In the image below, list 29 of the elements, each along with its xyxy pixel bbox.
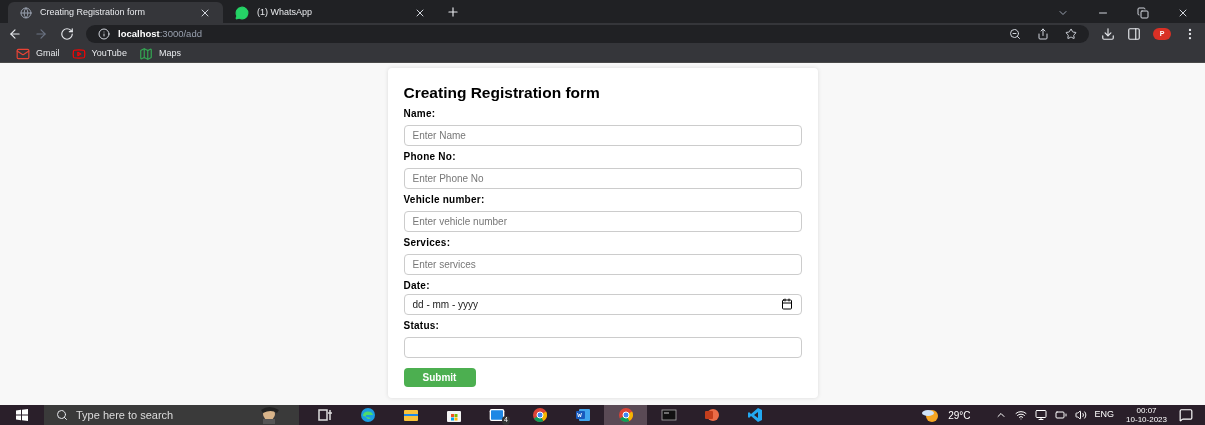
browser-tab[interactable]: Creating Registration form — [8, 2, 223, 23]
address-bar[interactable]: localhost:3000/add — [86, 25, 1089, 43]
input-field[interactable]: Enter vehicle number — [403, 210, 802, 232]
date-placeholder: dd - mm - yyyy — [412, 297, 480, 312]
clock-time: 00:07 — [1136, 406, 1157, 415]
field-label: Date: — [403, 280, 431, 291]
field-label: Phone No: — [403, 151, 457, 162]
input-field[interactable]: Enter services — [403, 253, 802, 275]
tab-title: Creating Registration form — [40, 5, 147, 19]
field-label: Name: — [403, 108, 437, 119]
bookmark[interactable]: Gmail — [16, 46, 60, 61]
url-text: localhost:3000/add — [118, 26, 202, 41]
language-indicator[interactable]: ENG — [1094, 408, 1115, 422]
tab-title: (1) WhatsApp — [257, 5, 314, 19]
input-field[interactable]: Enter Name — [403, 124, 802, 146]
field-label: Status: — [403, 320, 441, 331]
temperature[interactable]: 29°C — [948, 407, 971, 423]
clock[interactable]: 00:07 10-10-2023 — [1126, 406, 1167, 424]
bookmark[interactable]: YouTube — [71, 46, 127, 61]
date-field[interactable]: dd - mm - yyyy — [403, 293, 802, 315]
browser-tab[interactable]: (1) WhatsApp — [223, 2, 438, 23]
field-label: Services: — [403, 237, 452, 248]
clock-date: 10-10-2023 — [1126, 415, 1167, 424]
search-placeholder: Type here to search — [76, 407, 175, 423]
input-field[interactable]: Enter Phone No — [403, 167, 802, 189]
search-box[interactable]: Type here to search — [44, 405, 299, 425]
field-label: Vehicle number: — [403, 194, 486, 205]
bookmark[interactable]: Maps — [138, 46, 181, 61]
form-title: Creating Registration form — [403, 85, 601, 101]
